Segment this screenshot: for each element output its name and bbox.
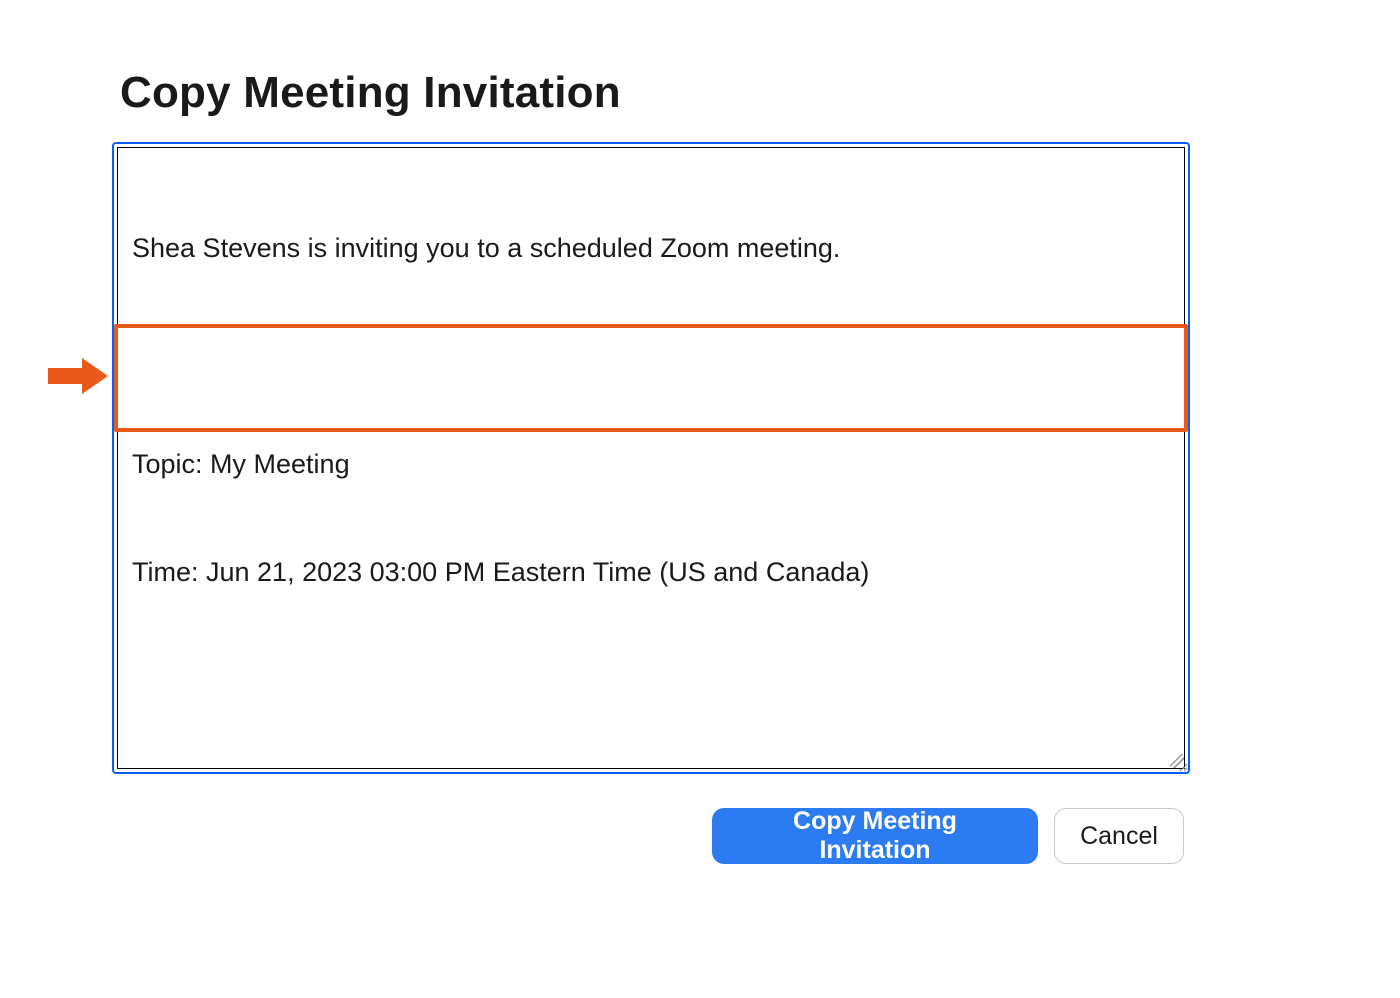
- invite-join-header: Join Zoom Meeting: [132, 770, 1170, 774]
- annotation-arrow-icon: [48, 356, 108, 396]
- invite-time: Time: Jun 21, 2023 03:00 PM Eastern Time…: [132, 554, 1170, 590]
- dialog-title: Copy Meeting Invitation: [120, 68, 621, 118]
- invite-topic: Topic: My Meeting: [132, 446, 1170, 482]
- invite-intro: Shea Stevens is inviting you to a schedu…: [132, 230, 1170, 266]
- copy-invitation-dialog: Copy Meeting Invitation Shea Stevens is …: [0, 0, 1400, 998]
- copy-invitation-button[interactable]: Copy Meeting Invitation: [712, 808, 1038, 864]
- invitation-text[interactable]: Shea Stevens is inviting you to a schedu…: [132, 158, 1170, 774]
- invitation-textarea[interactable]: Shea Stevens is inviting you to a schedu…: [112, 142, 1190, 774]
- cancel-button[interactable]: Cancel: [1054, 808, 1184, 864]
- dialog-button-row: Copy Meeting Invitation Cancel: [712, 808, 1184, 864]
